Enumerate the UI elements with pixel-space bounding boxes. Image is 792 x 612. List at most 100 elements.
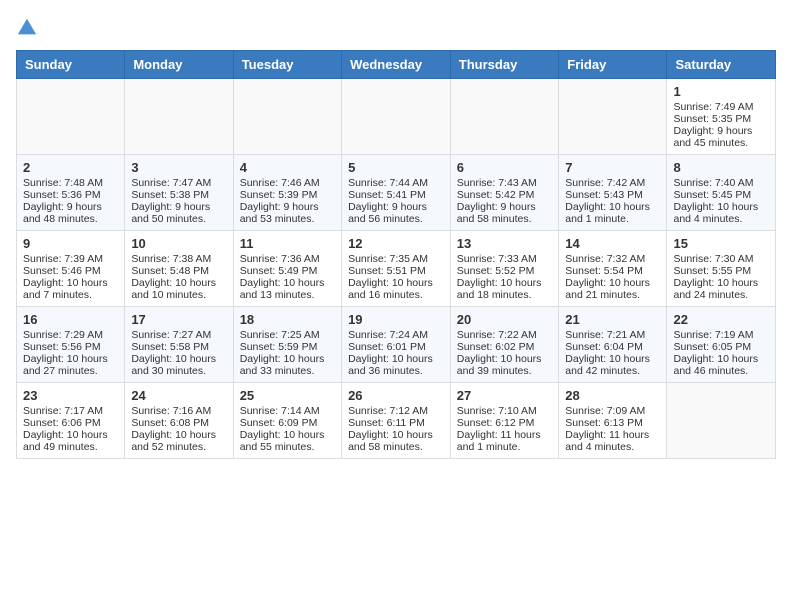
day-cell: 7 Sunrise: 7:42 AM Sunset: 5:43 PM Daylig… bbox=[559, 155, 667, 231]
day-cell: 22Sunrise: 7:19 AM Sunset: 6:05 PM Dayli… bbox=[667, 307, 776, 383]
day-info: Sunrise: 7:49 AM Sunset: 5:35 PM Dayligh… bbox=[673, 101, 753, 149]
day-info: Sunrise: 7:19 AM Sunset: 6:05 PM Dayligh… bbox=[673, 329, 758, 377]
day-cell bbox=[17, 79, 125, 155]
day-number: 10 bbox=[131, 236, 226, 251]
day-number: 13 bbox=[457, 236, 553, 251]
day-number: 19 bbox=[348, 312, 444, 327]
day-info: Sunrise: 7:12 AM Sunset: 6:11 PM Dayligh… bbox=[348, 405, 433, 453]
header-friday: Friday bbox=[559, 51, 667, 79]
day-cell: 11 Sunrise: 7:36 AM Sunset: 5:49 PM Dayli… bbox=[233, 231, 341, 307]
day-number: 18 bbox=[240, 312, 335, 327]
day-cell: 1 Sunrise: 7:49 AM Sunset: 5:35 PM Daylig… bbox=[667, 79, 776, 155]
day-number: 21 bbox=[565, 312, 660, 327]
day-cell: 4 Sunrise: 7:46 AM Sunset: 5:39 PM Daylig… bbox=[233, 155, 341, 231]
day-cell: 25 Sunrise: 7:14 AM Sunset: 6:09 PM Dayli… bbox=[233, 383, 341, 459]
day-number: 1 bbox=[673, 84, 769, 99]
header-wednesday: Wednesday bbox=[342, 51, 451, 79]
day-number: 28 bbox=[565, 388, 660, 403]
day-info: Sunrise: 7:33 AM Sunset: 5:52 PM Dayligh… bbox=[457, 253, 542, 301]
day-info: Sunrise: 7:35 AM Sunset: 5:51 PM Dayligh… bbox=[348, 253, 433, 301]
day-cell: 10 Sunrise: 7:38 AM Sunset: 5:48 PM Dayli… bbox=[125, 231, 233, 307]
day-cell bbox=[450, 79, 559, 155]
day-number: 2 bbox=[23, 160, 118, 175]
day-info: Sunrise: 7:44 AM Sunset: 5:41 PM Dayligh… bbox=[348, 177, 428, 225]
day-info: Sunrise: 7:09 AM Sunset: 6:13 PM Dayligh… bbox=[565, 405, 649, 453]
day-cell: 18 Sunrise: 7:25 AM Sunset: 5:59 PM Dayli… bbox=[233, 307, 341, 383]
header-sunday: Sunday bbox=[17, 51, 125, 79]
day-number: 23 bbox=[23, 388, 118, 403]
day-number: 16 bbox=[23, 312, 118, 327]
day-number: 26 bbox=[348, 388, 444, 403]
day-info: Sunrise: 7:48 AM Sunset: 5:36 PM Dayligh… bbox=[23, 177, 103, 225]
day-info: Sunrise: 7:17 AM Sunset: 6:06 PM Dayligh… bbox=[23, 405, 108, 453]
header-row: SundayMondayTuesdayWednesdayThursdayFrid… bbox=[17, 51, 776, 79]
calendar-body: 1 Sunrise: 7:49 AM Sunset: 5:35 PM Daylig… bbox=[17, 79, 776, 459]
day-number: 27 bbox=[457, 388, 553, 403]
day-cell bbox=[125, 79, 233, 155]
header-monday: Monday bbox=[125, 51, 233, 79]
day-cell: 13 Sunrise: 7:33 AM Sunset: 5:52 PM Dayli… bbox=[450, 231, 559, 307]
day-info: Sunrise: 7:43 AM Sunset: 5:42 PM Dayligh… bbox=[457, 177, 537, 225]
day-cell: 2 Sunrise: 7:48 AM Sunset: 5:36 PM Daylig… bbox=[17, 155, 125, 231]
day-number: 25 bbox=[240, 388, 335, 403]
day-info: Sunrise: 7:32 AM Sunset: 5:54 PM Dayligh… bbox=[565, 253, 650, 301]
week-row-5: 23 Sunrise: 7:17 AM Sunset: 6:06 PM Dayli… bbox=[17, 383, 776, 459]
week-row-2: 2 Sunrise: 7:48 AM Sunset: 5:36 PM Daylig… bbox=[17, 155, 776, 231]
day-info: Sunrise: 7:38 AM Sunset: 5:48 PM Dayligh… bbox=[131, 253, 216, 301]
day-number: 17 bbox=[131, 312, 226, 327]
day-cell: 19 Sunrise: 7:24 AM Sunset: 6:01 PM Dayli… bbox=[342, 307, 451, 383]
day-info: Sunrise: 7:39 AM Sunset: 5:46 PM Dayligh… bbox=[23, 253, 108, 301]
day-cell: 12 Sunrise: 7:35 AM Sunset: 5:51 PM Dayli… bbox=[342, 231, 451, 307]
day-cell: 9 Sunrise: 7:39 AM Sunset: 5:46 PM Daylig… bbox=[17, 231, 125, 307]
day-info: Sunrise: 7:42 AM Sunset: 5:43 PM Dayligh… bbox=[565, 177, 650, 225]
day-number: 8 bbox=[673, 160, 769, 175]
day-number: 24 bbox=[131, 388, 226, 403]
day-cell bbox=[667, 383, 776, 459]
week-row-1: 1 Sunrise: 7:49 AM Sunset: 5:35 PM Daylig… bbox=[17, 79, 776, 155]
day-cell: 16 Sunrise: 7:29 AM Sunset: 5:56 PM Dayli… bbox=[17, 307, 125, 383]
day-number: 3 bbox=[131, 160, 226, 175]
day-number: 7 bbox=[565, 160, 660, 175]
day-cell bbox=[233, 79, 341, 155]
page-header bbox=[16, 16, 776, 38]
day-cell: 17 Sunrise: 7:27 AM Sunset: 5:58 PM Dayli… bbox=[125, 307, 233, 383]
day-number: 14 bbox=[565, 236, 660, 251]
day-info: Sunrise: 7:22 AM Sunset: 6:02 PM Dayligh… bbox=[457, 329, 542, 377]
day-info: Sunrise: 7:25 AM Sunset: 5:59 PM Dayligh… bbox=[240, 329, 325, 377]
day-info: Sunrise: 7:27 AM Sunset: 5:58 PM Dayligh… bbox=[131, 329, 216, 377]
week-row-4: 16 Sunrise: 7:29 AM Sunset: 5:56 PM Dayli… bbox=[17, 307, 776, 383]
day-info: Sunrise: 7:24 AM Sunset: 6:01 PM Dayligh… bbox=[348, 329, 433, 377]
day-info: Sunrise: 7:10 AM Sunset: 6:12 PM Dayligh… bbox=[457, 405, 541, 453]
header-saturday: Saturday bbox=[667, 51, 776, 79]
day-cell bbox=[559, 79, 667, 155]
day-cell bbox=[342, 79, 451, 155]
day-cell: 26 Sunrise: 7:12 AM Sunset: 6:11 PM Dayli… bbox=[342, 383, 451, 459]
day-number: 12 bbox=[348, 236, 444, 251]
day-cell: 23 Sunrise: 7:17 AM Sunset: 6:06 PM Dayli… bbox=[17, 383, 125, 459]
week-row-3: 9 Sunrise: 7:39 AM Sunset: 5:46 PM Daylig… bbox=[17, 231, 776, 307]
logo bbox=[16, 16, 42, 38]
logo-icon bbox=[16, 16, 38, 38]
day-cell: 5Sunrise: 7:44 AM Sunset: 5:41 PM Daylig… bbox=[342, 155, 451, 231]
day-info: Sunrise: 7:14 AM Sunset: 6:09 PM Dayligh… bbox=[240, 405, 325, 453]
day-number: 9 bbox=[23, 236, 118, 251]
day-info: Sunrise: 7:29 AM Sunset: 5:56 PM Dayligh… bbox=[23, 329, 108, 377]
day-info: Sunrise: 7:40 AM Sunset: 5:45 PM Dayligh… bbox=[673, 177, 758, 225]
day-cell: 24 Sunrise: 7:16 AM Sunset: 6:08 PM Dayli… bbox=[125, 383, 233, 459]
day-info: Sunrise: 7:47 AM Sunset: 5:38 PM Dayligh… bbox=[131, 177, 211, 225]
day-cell: 14 Sunrise: 7:32 AM Sunset: 5:54 PM Dayli… bbox=[559, 231, 667, 307]
day-cell: 6Sunrise: 7:43 AM Sunset: 5:42 PM Daylig… bbox=[450, 155, 559, 231]
day-cell: 21 Sunrise: 7:21 AM Sunset: 6:04 PM Dayli… bbox=[559, 307, 667, 383]
day-info: Sunrise: 7:21 AM Sunset: 6:04 PM Dayligh… bbox=[565, 329, 650, 377]
day-info: Sunrise: 7:46 AM Sunset: 5:39 PM Dayligh… bbox=[240, 177, 320, 225]
day-number: 4 bbox=[240, 160, 335, 175]
day-info: Sunrise: 7:36 AM Sunset: 5:49 PM Dayligh… bbox=[240, 253, 325, 301]
calendar-table: SundayMondayTuesdayWednesdayThursdayFrid… bbox=[16, 50, 776, 459]
day-cell: 15Sunrise: 7:30 AM Sunset: 5:55 PM Dayli… bbox=[667, 231, 776, 307]
day-info: Sunrise: 7:30 AM Sunset: 5:55 PM Dayligh… bbox=[673, 253, 758, 301]
day-cell: 3 Sunrise: 7:47 AM Sunset: 5:38 PM Daylig… bbox=[125, 155, 233, 231]
header-thursday: Thursday bbox=[450, 51, 559, 79]
day-number: 11 bbox=[240, 236, 335, 251]
day-info: Sunrise: 7:16 AM Sunset: 6:08 PM Dayligh… bbox=[131, 405, 216, 453]
day-number: 20 bbox=[457, 312, 553, 327]
